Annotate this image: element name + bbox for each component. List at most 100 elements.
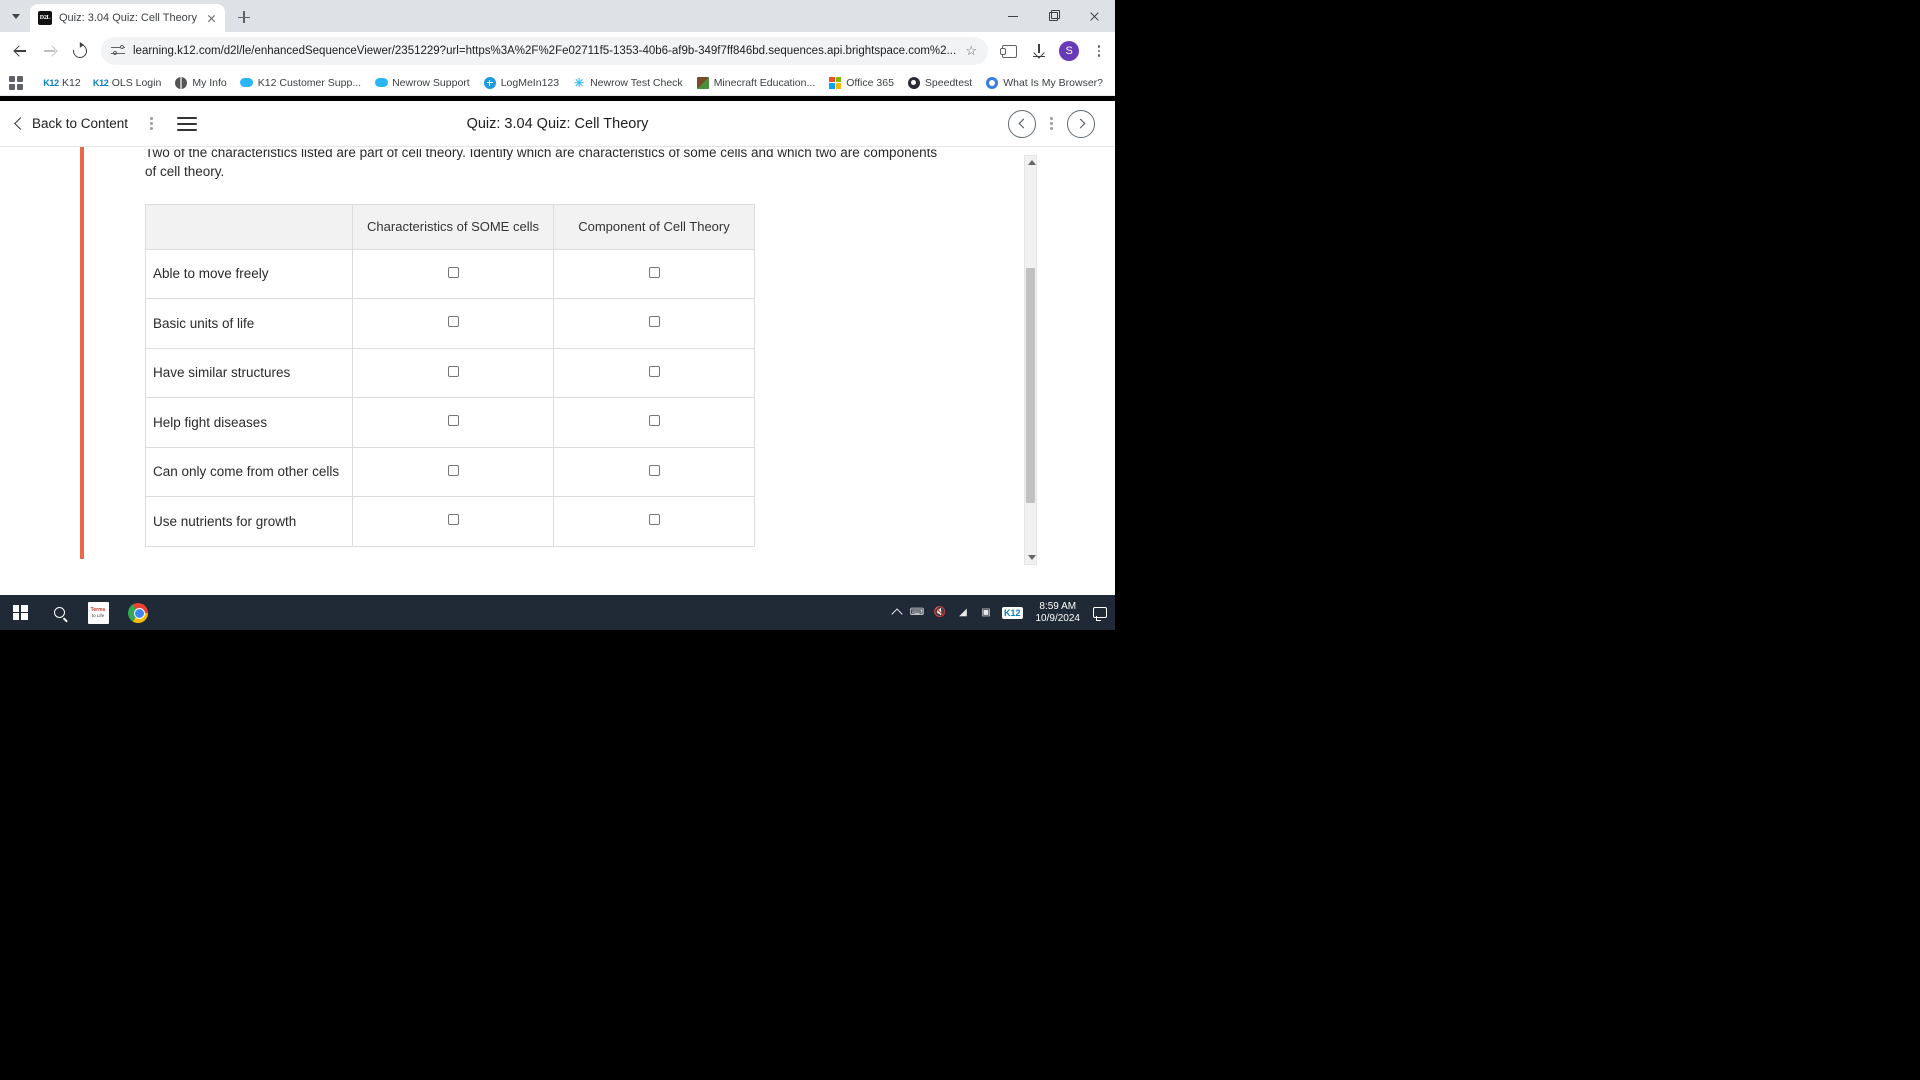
download-icon bbox=[1032, 44, 1046, 58]
row-label: Basic units of life bbox=[145, 298, 353, 349]
checkbox-cell[interactable] bbox=[352, 496, 554, 547]
profile-button[interactable]: S bbox=[1055, 37, 1083, 65]
close-icon[interactable] bbox=[204, 11, 219, 26]
more-options-icon[interactable] bbox=[150, 116, 153, 131]
scroll-up-icon[interactable] bbox=[1027, 160, 1036, 165]
address-bar[interactable]: learning.k12.com/d2l/le/enhancedSequence… bbox=[101, 37, 989, 65]
tray-expand-button[interactable] bbox=[891, 607, 903, 620]
start-button[interactable] bbox=[0, 595, 40, 630]
taskbar-search-button[interactable] bbox=[40, 595, 78, 630]
reload-button[interactable] bbox=[66, 37, 94, 65]
back-to-content-button[interactable]: Back to Content bbox=[14, 116, 128, 131]
row-label: Able to move freely bbox=[145, 248, 353, 300]
checkbox[interactable] bbox=[648, 514, 660, 526]
bookmark-speedtest[interactable]: Speedtest bbox=[902, 74, 977, 92]
bookmark-ols-login[interactable]: K12 OLS Login bbox=[89, 74, 167, 92]
bookmark-logmein123[interactable]: LogMeIn123 bbox=[478, 74, 564, 92]
taskbar-app-terms-to-life[interactable]: Terms to Life bbox=[78, 595, 118, 630]
site-settings-icon[interactable] bbox=[111, 44, 125, 58]
checkbox[interactable] bbox=[648, 464, 660, 476]
notifications-button[interactable] bbox=[1089, 607, 1107, 621]
bookmark-newrow-support[interactable]: Newrow Support bbox=[369, 74, 475, 92]
bookmark-k12-customer-support[interactable]: K12 Customer Supp... bbox=[235, 74, 366, 92]
network-icon[interactable]: ▣ bbox=[979, 607, 993, 619]
bookmark-label: Minecraft Education... bbox=[713, 76, 816, 89]
checkbox-cell[interactable] bbox=[553, 496, 755, 547]
row-label: Help fight diseases bbox=[145, 397, 353, 448]
bookmark-minecraft-education[interactable]: Minecraft Education... bbox=[691, 74, 821, 92]
wifi-icon[interactable]: ◢ bbox=[956, 607, 970, 619]
extensions-button[interactable] bbox=[995, 37, 1023, 65]
checkbox-cell[interactable] bbox=[553, 298, 755, 349]
back-button[interactable] bbox=[6, 37, 34, 65]
bookmark-office-365[interactable]: Office 365 bbox=[823, 74, 899, 92]
checkbox[interactable] bbox=[648, 415, 660, 427]
k12-tray-icon[interactable]: K12 bbox=[1001, 606, 1023, 619]
bookmark-newrow-test-check[interactable]: ✳ Newrow Test Check bbox=[567, 74, 688, 92]
keyboard-layout-icon[interactable]: ⌨ bbox=[910, 607, 924, 619]
checkbox[interactable] bbox=[447, 415, 459, 427]
bookmark-my-info[interactable]: My Info bbox=[169, 74, 231, 92]
checkbox[interactable] bbox=[648, 365, 660, 377]
bookmark-k12[interactable]: K12 K12 bbox=[39, 74, 86, 92]
previous-question-button[interactable] bbox=[1008, 109, 1037, 138]
quiz-options-icon[interactable] bbox=[1050, 116, 1053, 131]
bookmark-star-icon[interactable]: ☆ bbox=[964, 44, 978, 58]
terms-to-life-icon: Terms to Life bbox=[87, 601, 109, 624]
new-tab-button[interactable] bbox=[231, 4, 257, 30]
chevron-left-icon bbox=[14, 117, 27, 130]
avatar: S bbox=[1059, 41, 1080, 61]
scroll-down-icon[interactable] bbox=[1027, 555, 1036, 560]
checkbox-cell[interactable] bbox=[553, 446, 755, 498]
windows-logo-icon bbox=[12, 605, 28, 620]
more-vert-icon bbox=[1090, 42, 1108, 60]
question-accent-bar bbox=[80, 147, 84, 559]
tab-search-button[interactable] bbox=[2, 0, 30, 32]
checkbox[interactable] bbox=[648, 266, 660, 278]
bookmark-label: Newrow Test Check bbox=[590, 76, 683, 89]
maximize-button[interactable] bbox=[1033, 0, 1074, 32]
bookmark-label: K12 Customer Supp... bbox=[257, 76, 362, 89]
minimize-button[interactable] bbox=[992, 0, 1033, 32]
d2l-favicon: D2L bbox=[38, 11, 52, 25]
checkbox-cell[interactable] bbox=[352, 347, 554, 399]
checkbox-cell[interactable] bbox=[352, 248, 554, 300]
scrollbar-thumb[interactable] bbox=[1026, 268, 1035, 503]
taskbar-app-chrome[interactable] bbox=[118, 595, 158, 630]
checkbox-cell[interactable] bbox=[352, 397, 554, 448]
checkbox-cell[interactable] bbox=[553, 248, 755, 300]
checkbox-cell[interactable] bbox=[553, 347, 755, 399]
volume-muted-icon[interactable]: 🔇 bbox=[933, 607, 947, 619]
column-header-some-cells: Characteristics of SOME cells bbox=[352, 203, 554, 250]
checkbox[interactable] bbox=[447, 365, 459, 377]
hamburger-icon[interactable] bbox=[176, 116, 197, 131]
forward-button[interactable] bbox=[36, 37, 64, 65]
checkbox-cell[interactable] bbox=[352, 298, 554, 349]
checkbox[interactable] bbox=[648, 316, 660, 328]
content-scrollbar[interactable] bbox=[1024, 155, 1037, 565]
bookmark-label: Newrow Support bbox=[392, 76, 470, 89]
browser-tab[interactable]: D2L Quiz: 3.04 Quiz: Cell Theory bbox=[30, 4, 225, 32]
chrome-menu-button[interactable] bbox=[1085, 37, 1113, 65]
maximize-icon-back bbox=[1050, 10, 1060, 19]
downloads-button[interactable] bbox=[1025, 37, 1053, 65]
bookmark-what-is-my-browser[interactable]: What Is My Browser? bbox=[980, 74, 1108, 92]
arrow-left-icon bbox=[13, 44, 27, 58]
apps-grid-icon[interactable] bbox=[7, 74, 25, 92]
bookmarks-bar: K12 K12 K12 OLS Login My Info K12 Custom… bbox=[0, 70, 1115, 96]
checkbox[interactable] bbox=[447, 514, 459, 526]
checkbox[interactable] bbox=[447, 316, 459, 328]
close-button[interactable] bbox=[1074, 0, 1115, 32]
next-question-button[interactable] bbox=[1067, 109, 1095, 138]
row-label: Have similar structures bbox=[145, 347, 353, 399]
column-header-cell-theory: Component of Cell Theory bbox=[553, 203, 755, 250]
table-head: Characteristics of SOME cells Component … bbox=[145, 203, 755, 250]
checkbox[interactable] bbox=[447, 464, 459, 476]
checkbox-cell[interactable] bbox=[553, 397, 755, 448]
table-row: Help fight diseases bbox=[145, 397, 755, 448]
checkbox-cell[interactable] bbox=[352, 446, 554, 498]
checkbox[interactable] bbox=[447, 266, 459, 278]
bookmark-label: What Is My Browser? bbox=[1003, 76, 1103, 89]
chevron-left-icon bbox=[1018, 118, 1029, 129]
taskbar-clock[interactable]: 8:59 AM 10/9/2024 bbox=[1032, 601, 1081, 625]
